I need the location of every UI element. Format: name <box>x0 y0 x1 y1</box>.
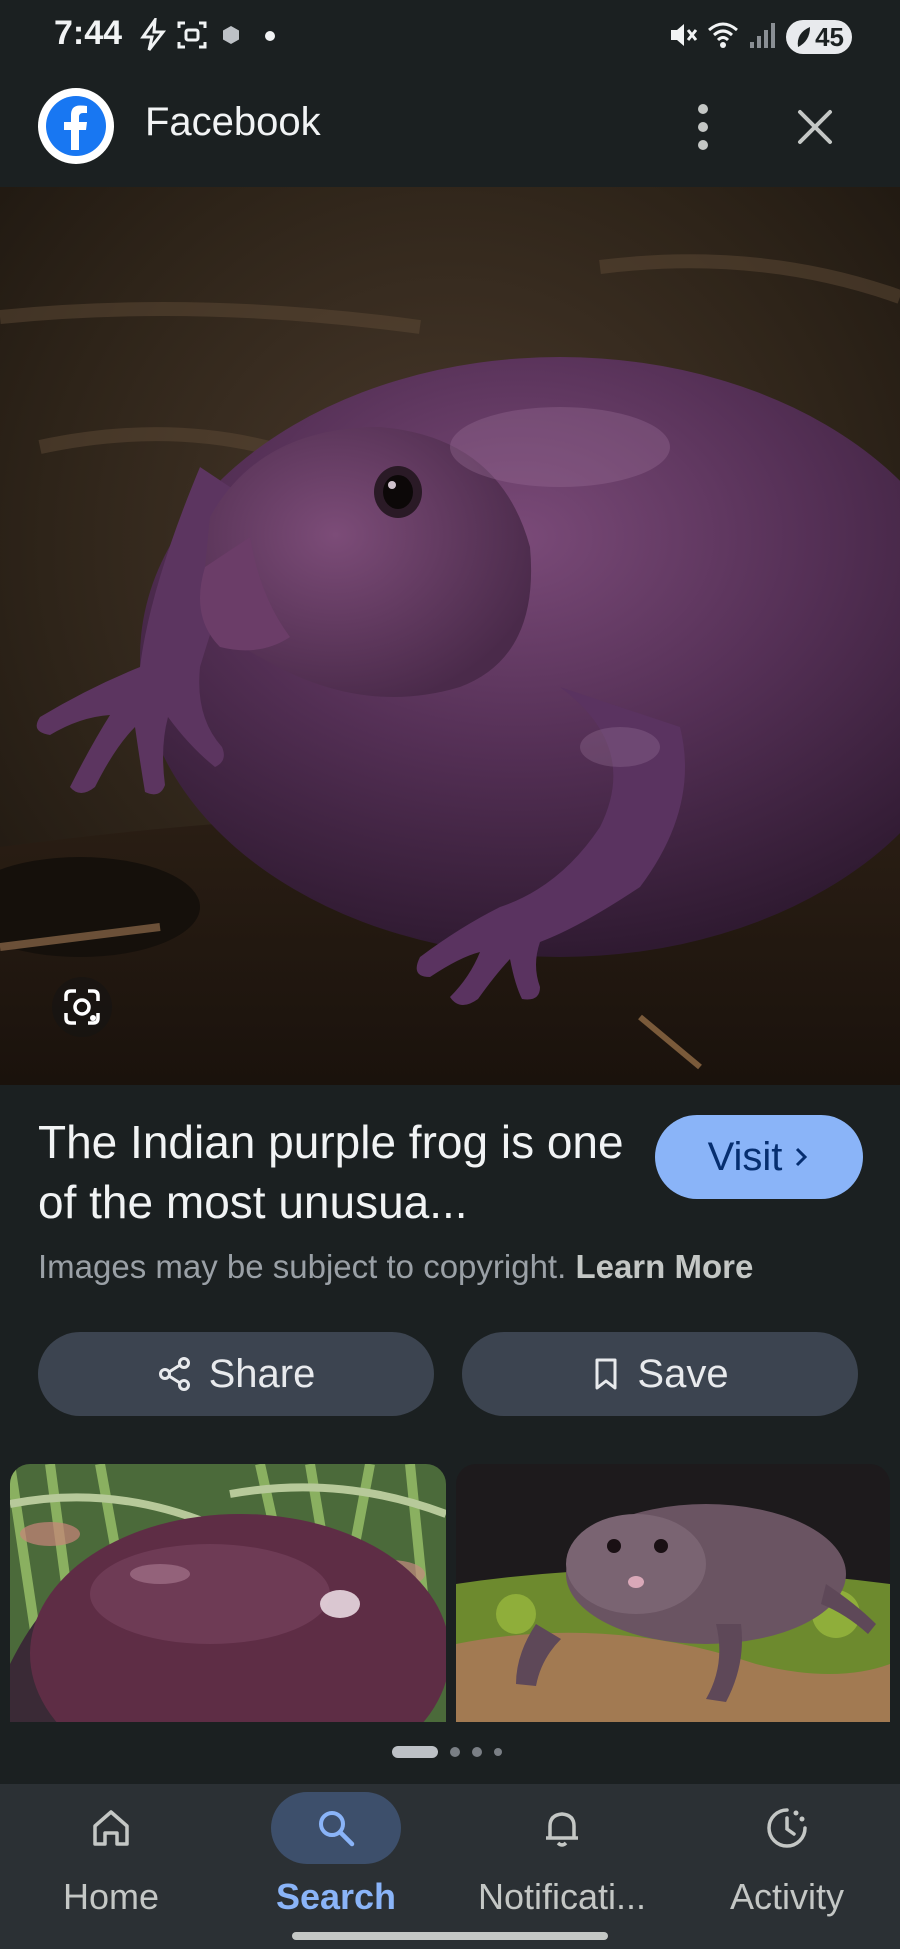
purple-frog-photo <box>0 187 900 1085</box>
related-image-2[interactable] <box>456 1464 890 1722</box>
source-title: Facebook <box>145 100 321 144</box>
status-time: 7:44 <box>54 14 123 52</box>
wifi-icon <box>708 22 738 48</box>
status-bar: 7:44 45 <box>0 0 900 72</box>
nav-notifications[interactable]: Notificati... <box>460 1784 664 1949</box>
bottom-navigation: Home Search Notificati... Activity <box>0 1784 900 1949</box>
nav-activity[interactable]: Activity <box>722 1784 852 1949</box>
screenshot-icon <box>177 21 207 49</box>
related-image-1[interactable] <box>10 1464 446 1722</box>
share-button[interactable]: Share <box>38 1332 434 1416</box>
carousel-dot-active <box>392 1746 438 1758</box>
battery-level: 45 <box>815 21 844 52</box>
signal-icon <box>750 23 775 48</box>
main-image[interactable] <box>0 187 900 1085</box>
result-caption[interactable]: The Indian purple frog is one of the mos… <box>38 1112 638 1232</box>
home-gesture-bar[interactable] <box>292 1932 608 1940</box>
learn-more-link[interactable]: Learn More <box>575 1248 753 1285</box>
copyright-text: Images may be subject to copyright. <box>38 1248 567 1285</box>
facebook-icon <box>46 96 106 156</box>
battery-indicator: 45 <box>786 20 852 54</box>
hexagon-icon <box>223 26 239 44</box>
charging-bolt-icon <box>140 18 167 51</box>
close-icon[interactable] <box>790 102 840 152</box>
bell-icon <box>546 1812 578 1847</box>
battery-saver-icon <box>797 27 810 47</box>
carousel-dot <box>494 1748 502 1756</box>
visit-button[interactable]: Visit <box>655 1115 863 1199</box>
mute-icon <box>671 24 698 46</box>
purple-frog-closeup-photo <box>10 1464 446 1722</box>
purple-frog-on-moss-photo <box>456 1464 890 1722</box>
home-icon <box>93 1810 129 1846</box>
search-icon <box>319 1811 355 1847</box>
carousel-dot <box>472 1747 482 1757</box>
nav-notifications-label: Notificati... <box>477 1876 647 1917</box>
share-label: Share <box>208 1351 316 1396</box>
copyright-notice: Images may be subject to copyright. Lear… <box>38 1248 753 1286</box>
app-header: Facebook <box>0 72 900 187</box>
bookmark-icon <box>595 1358 617 1390</box>
more-options-icon[interactable] <box>683 97 723 157</box>
save-button[interactable]: Save <box>462 1332 858 1416</box>
notification-dot-icon <box>265 31 275 41</box>
nav-home-label: Home <box>62 1876 160 1917</box>
nav-search-label: Search <box>275 1876 397 1917</box>
share-icon <box>158 1357 190 1391</box>
chevron-right-icon <box>796 1147 808 1167</box>
visit-label: Visit <box>707 1134 783 1179</box>
save-label: Save <box>637 1351 729 1396</box>
activity-icon <box>767 1808 807 1848</box>
carousel-indicator <box>392 1746 502 1758</box>
facebook-logo <box>38 88 114 164</box>
google-lens-button[interactable] <box>52 977 112 1037</box>
nav-search[interactable]: Search <box>271 1784 401 1949</box>
carousel-dot <box>450 1747 460 1757</box>
nav-home[interactable]: Home <box>46 1784 176 1949</box>
nav-activity-label: Activity <box>729 1876 844 1917</box>
lens-icon <box>64 989 100 1025</box>
